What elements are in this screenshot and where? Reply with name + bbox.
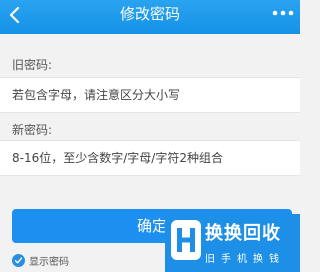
new-password-field-row	[0, 140, 300, 176]
watermark-title: 换换回收	[205, 223, 281, 244]
more-button[interactable]	[266, 4, 300, 22]
page-title: 修改密码	[119, 5, 180, 23]
top-bar: 修改密码	[0, 0, 300, 34]
h-logo-icon	[171, 220, 201, 260]
more-dots-icon	[272, 10, 294, 16]
old-password-input[interactable]	[0, 78, 300, 112]
old-password-field-row	[0, 77, 300, 113]
watermark-subtitle: 旧手机换钱	[205, 254, 285, 265]
watermark-badge: 换换回收 旧手机换钱	[165, 214, 300, 272]
old-password-label: 旧密码:	[12, 58, 53, 72]
new-password-input[interactable]	[0, 141, 300, 175]
checkbox-checked-icon[interactable]	[12, 253, 25, 267]
new-password-label: 新密码:	[12, 123, 53, 137]
show-password-toggle[interactable]: 显示密码	[12, 253, 69, 268]
show-password-label: 显示密码	[29, 256, 69, 268]
